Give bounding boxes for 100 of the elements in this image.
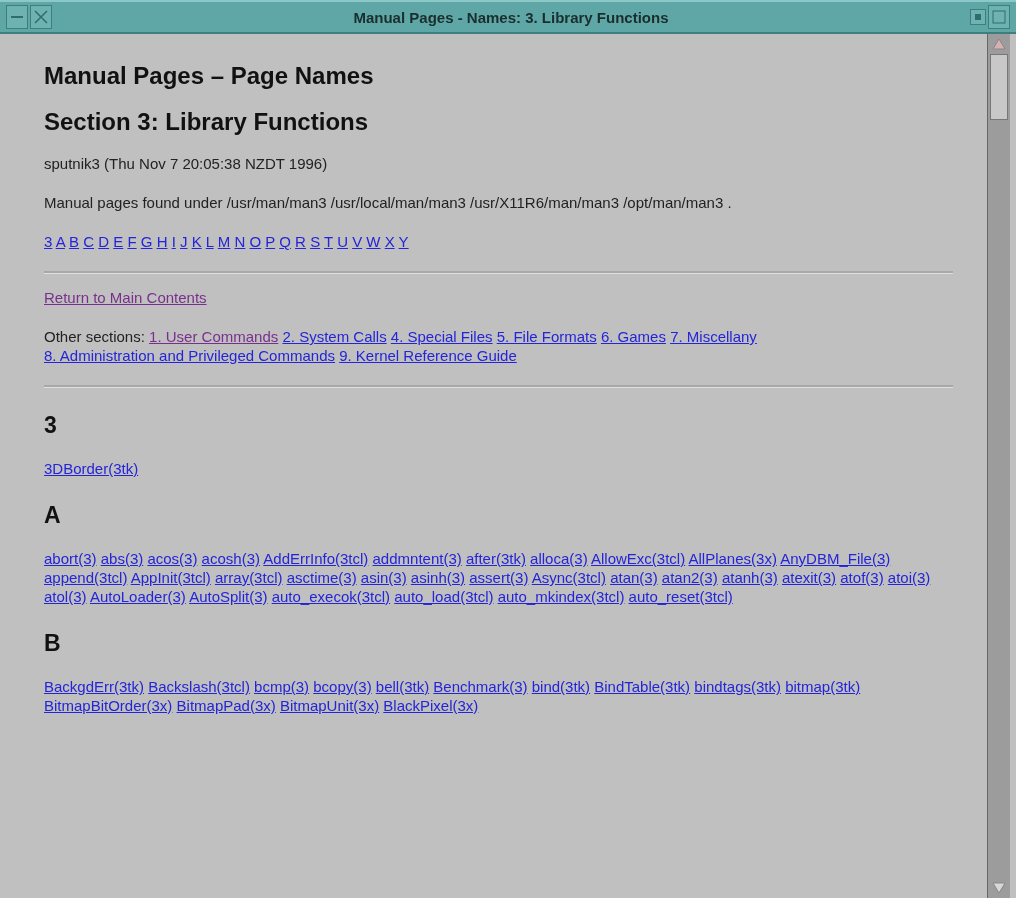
index-link[interactable]: J xyxy=(180,233,188,250)
minimize-button[interactable] xyxy=(6,5,28,29)
manpage-link[interactable]: asin(3) xyxy=(360,569,407,586)
manpage-link[interactable]: AutoLoader(3) xyxy=(89,588,186,605)
letter-heading: A xyxy=(44,502,62,529)
letter-heading: B xyxy=(44,630,62,657)
index-link[interactable]: B xyxy=(69,233,80,250)
manpage-link[interactable]: AddErrInfo(3tcl) xyxy=(263,550,369,567)
paths-text: Manual pages found under /usr/man/man3 /usr/local/man/man3 /usr/X11R6/man/man3 /opt/man/man3 . xyxy=(44,193,733,212)
manpage-link[interactable]: acosh(3) xyxy=(201,550,260,567)
link[interactable]: 9. Kernel Reference Guide xyxy=(339,347,517,364)
manpage-link[interactable]: after(3tk) xyxy=(465,550,526,567)
manpage-link[interactable]: array(3tcl) xyxy=(214,569,283,586)
manpage-link[interactable]: assert(3) xyxy=(469,569,529,586)
index-link[interactable]: Y xyxy=(398,233,409,250)
index-link[interactable]: V xyxy=(352,233,363,250)
link[interactable]: 4. Special Files xyxy=(390,328,493,345)
manpage-link[interactable]: AllowExc(3tcl) xyxy=(591,550,686,567)
index-link[interactable]: L xyxy=(205,233,214,250)
manpage-link[interactable]: Backslash(3tcl) xyxy=(148,678,250,695)
manpage-link[interactable]: BlackPixel(3x) xyxy=(383,697,479,714)
link[interactable]: 2. System Calls xyxy=(282,328,387,345)
manpage-link[interactable]: bcmp(3) xyxy=(254,678,310,695)
manpage-link[interactable]: asctime(3) xyxy=(286,569,357,586)
close-icon xyxy=(33,9,49,25)
manpage-link[interactable]: atanh(3) xyxy=(721,569,778,586)
manpage-link[interactable]: auto_execok(3tcl) xyxy=(271,588,391,605)
manpage-link[interactable]: auto_mkindex(3tcl) xyxy=(497,588,625,605)
index-link[interactable]: O xyxy=(249,233,262,250)
manpage-link[interactable]: bell(3tk) xyxy=(375,678,430,695)
manpage-link[interactable]: atoi(3) xyxy=(887,569,931,586)
manpage-link[interactable]: Benchmark(3) xyxy=(433,678,528,695)
index-link[interactable]: F xyxy=(127,233,137,250)
link[interactable]: Return to Main Contents xyxy=(44,289,207,306)
index-link[interactable]: W xyxy=(366,233,381,250)
link[interactable]: 5. File Formats xyxy=(496,328,597,345)
manpage-link[interactable]: addmntent(3) xyxy=(372,550,462,567)
manpage-link[interactable]: bitmap(3tk) xyxy=(785,678,861,695)
manpage-link[interactable]: BackgdErr(3tk) xyxy=(44,678,145,695)
scrollbar[interactable] xyxy=(987,34,1010,898)
manpage-link[interactable]: auto_reset(3tcl) xyxy=(628,588,733,605)
manpage-link[interactable]: auto_load(3tcl) xyxy=(394,588,494,605)
index-link[interactable]: N xyxy=(234,233,246,250)
manpage-link[interactable]: BitmapPad(3x) xyxy=(176,697,276,714)
index-link[interactable]: K xyxy=(191,233,202,250)
link[interactable]: 1. User Commands xyxy=(149,328,279,345)
index-link[interactable]: Q xyxy=(279,233,291,250)
manpage-link[interactable]: abs(3) xyxy=(100,550,144,567)
restore-button[interactable] xyxy=(970,9,986,25)
page-heading: Manual Pages – Page Names xyxy=(44,62,375,90)
index-link[interactable]: E xyxy=(113,233,124,250)
index-link[interactable]: P xyxy=(265,233,276,250)
close-button[interactable] xyxy=(30,5,52,29)
index-link[interactable]: C xyxy=(83,233,95,250)
index-link[interactable]: G xyxy=(140,233,153,250)
index-link[interactable]: 3 xyxy=(44,233,53,250)
link[interactable]: 8. Administration and Privileged Commands xyxy=(44,347,335,364)
manpage-link[interactable]: bind(3tk) xyxy=(531,678,591,695)
manpage-link[interactable]: AllPlanes(3x) xyxy=(688,550,777,567)
index-link[interactable]: X xyxy=(384,233,395,250)
manpage-link[interactable]: Async(3tcl) xyxy=(531,569,606,586)
square-icon xyxy=(992,10,1006,24)
window-title: Manual Pages - Names: 3. Library Functions xyxy=(352,8,670,26)
index-link[interactable]: T xyxy=(324,233,333,250)
index-link[interactable]: R xyxy=(295,233,306,250)
index-link[interactable]: A xyxy=(55,233,65,250)
scroll-thumb[interactable] xyxy=(990,54,1008,120)
manpage-link[interactable]: atan(3) xyxy=(610,569,658,586)
manpage-link[interactable]: 3DBorder(3tk) xyxy=(44,460,139,477)
manpage-link[interactable]: AnyDBM_File(3) xyxy=(780,550,891,567)
index-link[interactable]: U xyxy=(337,233,348,250)
manpage-link[interactable]: asinh(3) xyxy=(410,569,466,586)
manpage-link[interactable]: atof(3) xyxy=(840,569,884,586)
manpage-link[interactable]: BindTable(3tk) xyxy=(594,678,691,695)
manpage-link[interactable]: abort(3) xyxy=(44,550,97,567)
index-link[interactable]: S xyxy=(310,233,321,250)
scroll-up-arrow-icon[interactable] xyxy=(992,38,1006,50)
manpage-link[interactable]: bindtags(3tk) xyxy=(694,678,781,695)
manpage-link[interactable]: atan2(3) xyxy=(661,569,718,586)
manpage-link[interactable]: atexit(3) xyxy=(781,569,837,586)
manpage-link[interactable]: alloca(3) xyxy=(530,550,588,567)
manpage-link[interactable]: acos(3) xyxy=(147,550,198,567)
link[interactable]: 6. Games xyxy=(600,328,666,345)
maximize-button[interactable] xyxy=(988,5,1010,29)
manpage-link[interactable]: AppInit(3tcl) xyxy=(130,569,211,586)
index-link[interactable]: H xyxy=(156,233,168,250)
manpage-link[interactable]: BitmapUnit(3x) xyxy=(279,697,380,714)
link[interactable]: 7. Miscellany xyxy=(670,328,757,345)
index-link[interactable]: D xyxy=(98,233,110,250)
manpage-link[interactable]: bcopy(3) xyxy=(313,678,372,695)
index-link[interactable]: M xyxy=(217,233,231,250)
manpage-link[interactable]: AutoSplit(3) xyxy=(189,588,268,605)
index-link[interactable]: I xyxy=(171,233,176,250)
manpage-link[interactable]: atol(3) xyxy=(44,588,87,605)
manpage-link[interactable]: append(3tcl) xyxy=(44,569,128,586)
scroll-down-arrow-icon[interactable] xyxy=(992,882,1006,894)
host-line: sputnik3 (Thu Nov 7 20:05:38 NZDT 1996) xyxy=(44,154,329,173)
manpage-link[interactable]: BitmapBitOrder(3x) xyxy=(44,697,173,714)
section-heading: Section 3: Library Functions xyxy=(44,108,370,136)
letter-heading: 3 xyxy=(44,412,58,439)
